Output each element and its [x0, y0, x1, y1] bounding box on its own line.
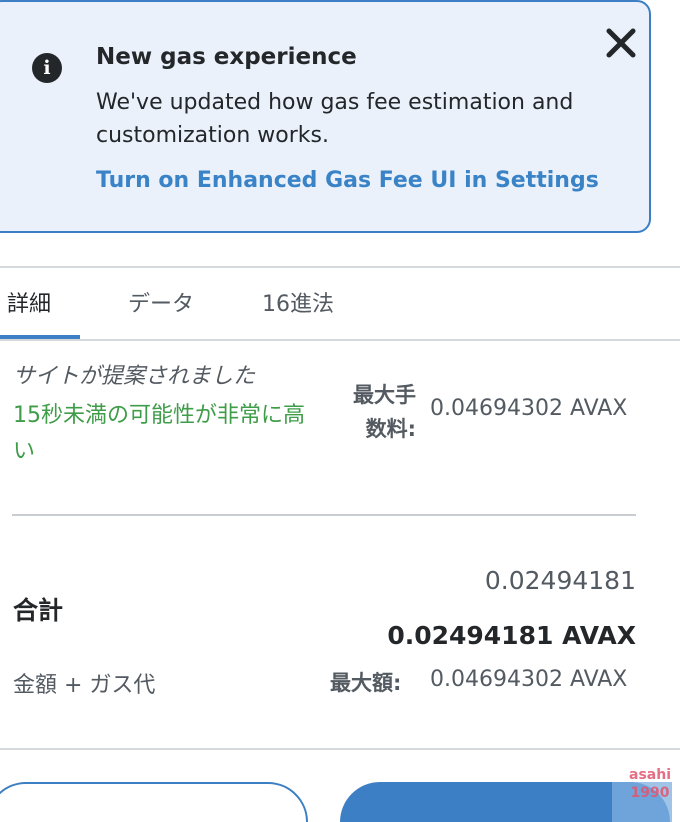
tab-data[interactable]: データ	[128, 286, 194, 318]
section-divider	[12, 514, 636, 516]
tabs-bottom-divider	[0, 339, 680, 341]
max-fee-label: 最大手数料:	[353, 383, 416, 441]
gas-experience-banner: i New gas experience We've updated how g…	[0, 0, 651, 233]
amount-plus-gas-label: 金額 + ガス代	[13, 673, 156, 698]
reject-button[interactable]: 拒否	[0, 782, 308, 822]
total-secondary-value: 0.02494181	[484, 566, 636, 595]
total-label: 合計	[13, 596, 64, 625]
max-amount-label: 最大額:	[330, 671, 402, 695]
max-fee-value: 0.04694302 AVAX	[430, 396, 628, 421]
tab-details[interactable]: 詳細	[7, 286, 51, 318]
site-suggested-label: サイトが提案されました	[13, 364, 256, 389]
banner-body: We've updated how gas fee estimation and…	[96, 90, 574, 148]
max-amount-value: 0.04694302 AVAX	[430, 667, 628, 692]
banner-title: New gas experience	[96, 44, 357, 70]
watermark-line-2: 1990	[630, 785, 670, 801]
total-amount: 0.02494181 AVAX	[387, 621, 636, 650]
close-icon[interactable]	[604, 26, 638, 60]
tabs-top-divider	[0, 266, 680, 268]
info-icon: i	[32, 53, 62, 83]
time-estimate-text: 15秒未満の可能性が非常に高い	[13, 403, 305, 464]
watermark: asahi 1990	[622, 766, 678, 802]
footer-divider	[0, 748, 680, 750]
enhanced-gas-settings-link[interactable]: Turn on Enhanced Gas Fee UI in Settings	[96, 168, 599, 193]
tab-hex[interactable]: 16進法	[262, 286, 334, 318]
watermark-line-1: asahi	[629, 767, 671, 783]
transaction-confirm-page: i New gas experience We've updated how g…	[0, 0, 680, 822]
